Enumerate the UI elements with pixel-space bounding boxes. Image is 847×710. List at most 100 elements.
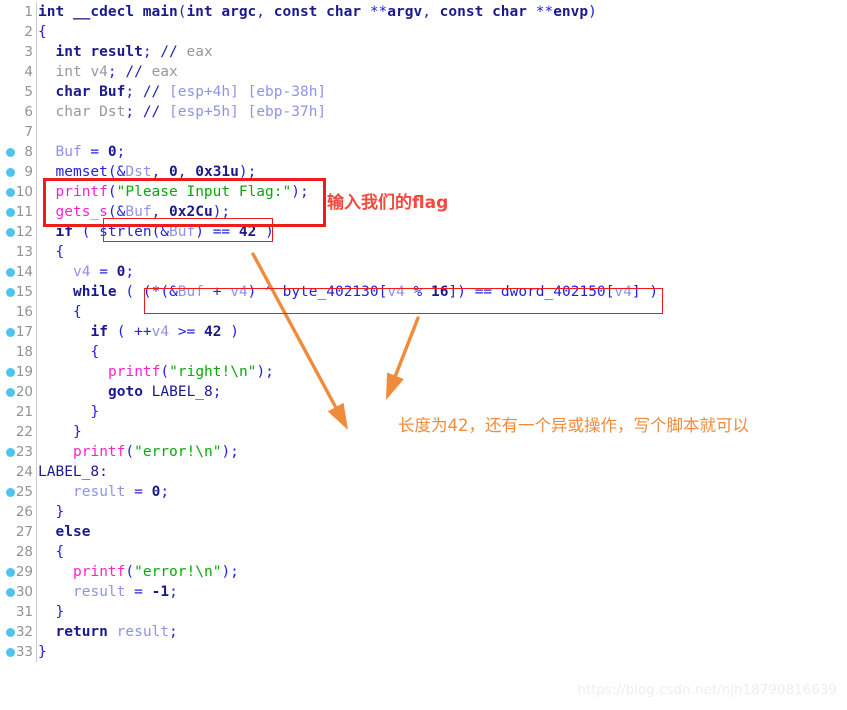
code-line[interactable]: 27 else: [0, 522, 847, 542]
code-token: {: [55, 244, 65, 260]
code-token: ;: [125, 264, 135, 280]
code-token: int: [55, 64, 82, 80]
code-line[interactable]: 3 int result; // eax: [0, 42, 847, 62]
code-line-text: }: [38, 642, 47, 662]
gutter-separator: [36, 222, 37, 242]
line-number: 15: [15, 284, 33, 300]
code-line[interactable]: 2{: [0, 22, 847, 42]
code-token: ;: [169, 584, 178, 600]
code-line[interactable]: 8 Buf = 0;: [0, 142, 847, 162]
line-number: 13: [15, 244, 33, 260]
gutter-separator: [36, 422, 37, 442]
code-line[interactable]: 9 memset(&Dst, 0, 0x31u);: [0, 162, 847, 182]
line-number: 27: [15, 524, 33, 540]
code-token: ;: [125, 104, 143, 120]
line-number: 26: [15, 504, 33, 520]
code-line-text: result = 0;: [38, 482, 169, 502]
code-token: "Please Input Flag:": [116, 184, 292, 200]
code-token: else: [55, 524, 91, 540]
code-token: gets_s: [55, 204, 108, 220]
gutter-separator: [36, 242, 37, 262]
line-number: 29: [15, 564, 33, 580]
code-line[interactable]: 32 return result;: [0, 622, 847, 642]
line-number: 5: [24, 84, 33, 100]
code-token: int: [186, 4, 213, 20]
code-line[interactable]: 20 goto LABEL_8;: [0, 382, 847, 402]
code-line[interactable]: 13 {: [0, 242, 847, 262]
code-token: Dst: [125, 164, 152, 180]
code-token: v4: [387, 284, 405, 300]
code-token: memset: [55, 164, 108, 180]
code-line[interactable]: 24 LABEL_8:: [0, 462, 847, 482]
code-token: 0x31u: [195, 164, 239, 180]
code-editor-pane[interactable]: 1 int __cdecl main(int argc, const char *…: [0, 0, 847, 710]
code-token: dword_402150: [500, 284, 606, 300]
line-number: 10: [15, 184, 33, 200]
code-line[interactable]: 16 {: [0, 302, 847, 322]
code-line-text: }: [38, 422, 82, 442]
code-token: Buf: [99, 84, 126, 100]
code-token: v4: [90, 64, 108, 80]
code-line[interactable]: 30 result = -1;: [0, 582, 847, 602]
code-line-text: }: [38, 402, 100, 422]
code-token: =: [125, 584, 152, 600]
code-token: //: [125, 64, 143, 80]
line-number: 32: [15, 624, 33, 640]
line-number: 14: [15, 264, 33, 280]
code-line[interactable]: 12 if ( strlen(&Buf) == 42 ): [0, 222, 847, 242]
code-line[interactable]: 25 result = 0;: [0, 482, 847, 502]
code-line[interactable]: 5 char Buf; // [esp+4h] [ebp-38h]: [0, 82, 847, 102]
code-line[interactable]: 28 {: [0, 542, 847, 562]
code-line[interactable]: 31}: [0, 602, 847, 622]
code-line[interactable]: 14 v4 = 0;: [0, 262, 847, 282]
code-token: __cdecl: [72, 4, 135, 20]
code-line[interactable]: 26}: [0, 502, 847, 522]
code-line[interactable]: 4 int v4; // eax: [0, 62, 847, 82]
code-token: %: [404, 284, 432, 300]
code-line[interactable]: 15 while ( (*(&Buf + v4) ^ byte_402130[v4…: [0, 282, 847, 302]
code-token: {: [38, 24, 47, 40]
line-number: 8: [24, 144, 33, 160]
code-line[interactable]: 33}: [0, 642, 847, 662]
code-token: LABEL_8:: [38, 464, 108, 480]
code-token: Buf: [125, 204, 152, 220]
code-token: result: [73, 484, 126, 500]
code-token: if: [90, 324, 108, 340]
gutter-separator: [36, 622, 37, 642]
code-token: (*(: [142, 284, 170, 300]
gutter-separator: [36, 362, 37, 382]
code-line[interactable]: 18 {: [0, 342, 847, 362]
code-line[interactable]: 6 char Dst; // [esp+5h] [ebp-37h]: [0, 102, 847, 122]
line-number: 17: [15, 324, 33, 340]
code-token: =: [81, 144, 108, 160]
gutter-separator: [36, 482, 37, 502]
gutter-separator: [36, 402, 37, 422]
code-line[interactable]: 19 printf("right!\n");: [0, 362, 847, 382]
code-line-text: else: [38, 522, 91, 542]
code-line[interactable]: 29 printf("error!\n");: [0, 562, 847, 582]
code-line[interactable]: 1 int __cdecl main(int argc, const char *…: [0, 2, 847, 22]
code-token: LABEL_8: [151, 384, 213, 400]
line-number: 19: [15, 364, 33, 380]
code-token: if: [55, 224, 73, 240]
code-line[interactable]: 7: [0, 122, 847, 142]
code-line[interactable]: 17 if ( ++v4 >= 42 ): [0, 322, 847, 342]
code-token: (: [125, 564, 135, 580]
gutter-separator: [36, 322, 37, 342]
code-line-text: goto LABEL_8;: [38, 382, 222, 402]
code-line-text: while ( (*(&Buf + v4) ^ byte_402130[v4 %…: [38, 282, 658, 302]
code-line-text: }: [38, 502, 65, 522]
code-line-text: {: [38, 302, 82, 322]
code-token: {: [90, 344, 100, 360]
gutter-separator: [36, 382, 37, 402]
code-line[interactable]: 23 printf("error!\n");: [0, 442, 847, 462]
gutter-separator: [36, 562, 37, 582]
code-token: v4: [151, 324, 170, 340]
line-number: 9: [24, 164, 33, 180]
code-token: goto: [108, 384, 143, 400]
line-number: 6: [24, 104, 33, 120]
